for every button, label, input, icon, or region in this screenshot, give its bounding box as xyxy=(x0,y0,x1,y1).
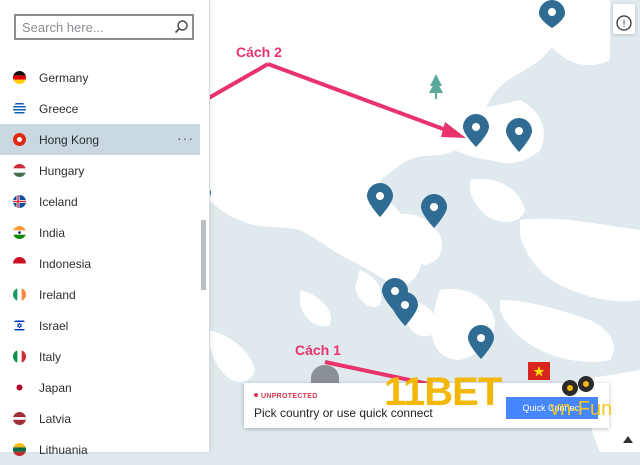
country-name: Lithuania xyxy=(39,442,88,457)
country-item-hungary[interactable]: Hungary xyxy=(0,155,200,186)
sidebar-scrollbar[interactable] xyxy=(201,220,206,290)
status-dot-icon xyxy=(254,393,258,397)
expand-icon[interactable] xyxy=(620,432,636,448)
country-item-latvia[interactable]: Latvia xyxy=(0,403,200,434)
country-item-indonesia[interactable]: Indonesia xyxy=(0,248,200,279)
country-item-germany[interactable]: Germany xyxy=(0,62,200,93)
country-name: Latvia xyxy=(39,411,72,426)
alert-icon: ! xyxy=(616,15,632,31)
search-box[interactable] xyxy=(14,14,194,40)
country-item-israel[interactable]: Israel xyxy=(0,310,200,341)
annotation-method-1: Cách 1 xyxy=(295,342,341,358)
japan-flag-icon xyxy=(13,381,26,394)
info-label: ! xyxy=(623,19,626,30)
brand-watermark: 11BET vn-Fun xyxy=(384,362,634,430)
country-item-italy[interactable]: Italy xyxy=(0,341,200,372)
search-input[interactable] xyxy=(22,19,172,35)
hungary-flag-icon xyxy=(13,164,26,177)
watermark-suffix: vn-Fun xyxy=(550,398,613,420)
country-name: India xyxy=(39,225,66,240)
greece-flag-icon xyxy=(13,102,26,115)
lithuania-flag-icon xyxy=(13,443,26,456)
country-name: Italy xyxy=(39,349,62,364)
info-button[interactable]: ! xyxy=(613,4,635,34)
iceland-flag-icon xyxy=(13,195,26,208)
status-text: UNPROTECTED xyxy=(261,393,318,400)
country-name: Iceland xyxy=(39,194,78,209)
flag-decoration-icon xyxy=(528,362,550,380)
country-name: Indonesia xyxy=(39,256,92,271)
search-icon[interactable] xyxy=(173,19,189,35)
hong-kong-flag-icon xyxy=(13,133,26,146)
country-name: Greece xyxy=(39,101,79,116)
watermark-brand: 11BET xyxy=(384,370,502,414)
country-item-lithuania[interactable]: Lithuania xyxy=(0,434,200,465)
country-item-hong-kong[interactable]: Hong Kong ··· xyxy=(0,124,200,155)
country-item-iceland[interactable]: Iceland xyxy=(0,186,200,217)
country-name: Israel xyxy=(39,318,69,333)
more-options-icon[interactable]: ··· xyxy=(177,131,194,145)
country-item-ireland[interactable]: Ireland xyxy=(0,279,200,310)
india-flag-icon xyxy=(13,226,26,239)
ireland-flag-icon xyxy=(13,288,26,301)
germany-flag-icon xyxy=(13,71,26,84)
country-name: Japan xyxy=(39,380,72,395)
israel-flag-icon xyxy=(13,319,26,332)
status-label: UNPROTECTED xyxy=(254,393,318,400)
country-item-japan[interactable]: Japan xyxy=(0,372,200,403)
country-item-greece[interactable]: Greece xyxy=(0,93,200,124)
country-sidebar: Germany Greece Hong Kong ··· Hungary Ice… xyxy=(0,0,210,457)
country-name: Germany xyxy=(39,70,89,85)
balls-decoration-icon xyxy=(562,376,594,396)
annotation-method-2: Cách 2 xyxy=(236,44,282,60)
country-name: Hungary xyxy=(39,163,85,178)
country-name: Hong Kong xyxy=(39,132,100,147)
country-name: Ireland xyxy=(39,287,76,302)
indonesia-flag-icon xyxy=(13,257,26,270)
italy-flag-icon xyxy=(13,350,26,363)
latvia-flag-icon xyxy=(13,412,26,425)
country-item-india[interactable]: India xyxy=(0,217,200,248)
